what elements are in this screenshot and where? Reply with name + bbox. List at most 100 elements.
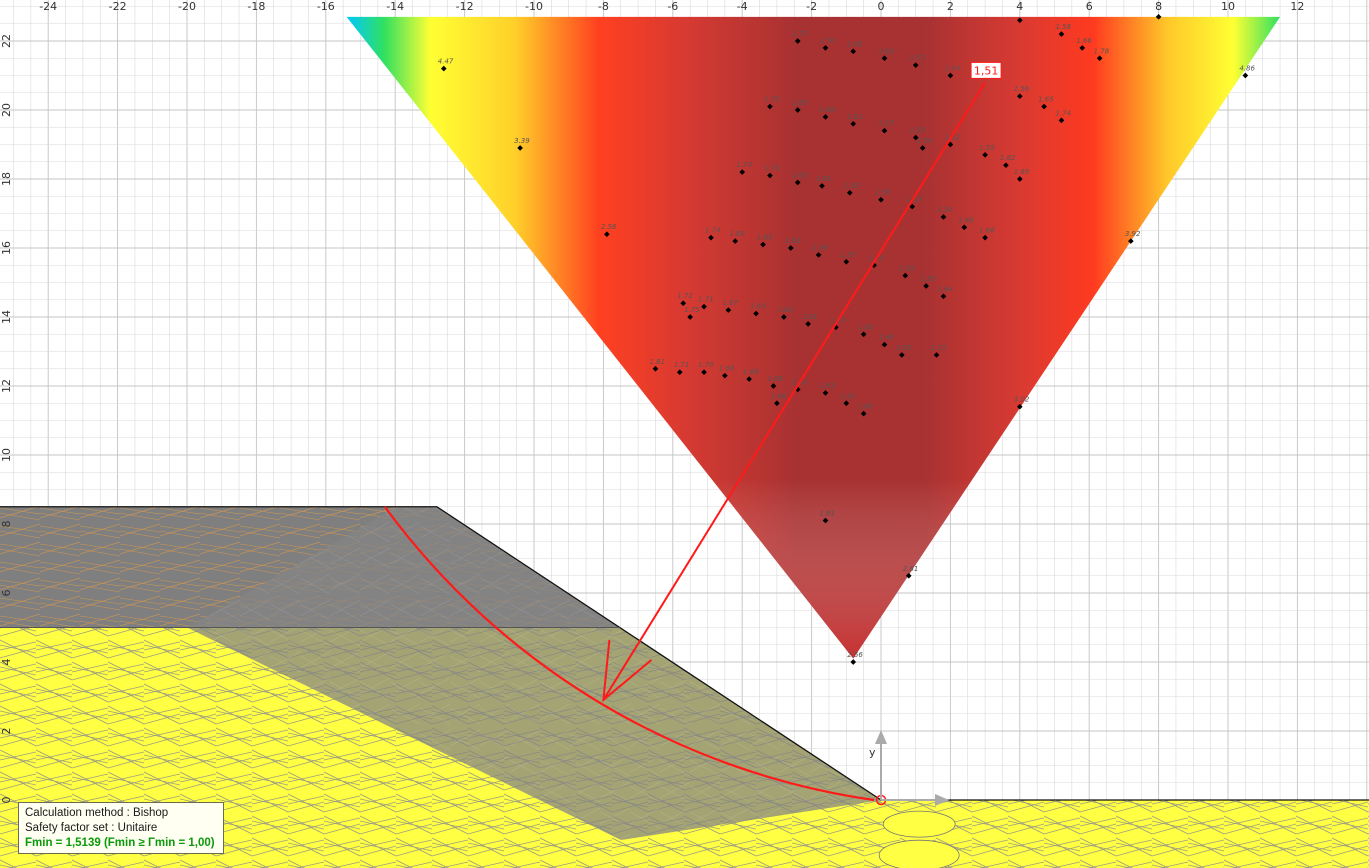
grid-point-label: 1.61 xyxy=(802,313,818,321)
results-info-box: Calculation method : Bishop Safety facto… xyxy=(18,802,224,854)
grid-point-label: 1.66 xyxy=(767,375,783,383)
grid-point-label: 2.61 xyxy=(903,565,919,573)
grid-point-label: 1.75 xyxy=(684,306,700,314)
grid-point-label: 1.58 xyxy=(1055,23,1071,31)
y-tick-label: 18 xyxy=(0,172,13,186)
grid-point-label: 1.57 xyxy=(910,54,926,62)
x-tick-label: -18 xyxy=(247,0,265,13)
toe-lens-lower xyxy=(878,839,960,868)
grid-point-label: 1.70 xyxy=(819,37,835,45)
grid-point-label: 1.57 xyxy=(840,251,856,259)
grid-point-label: 1.65 xyxy=(847,40,863,48)
grid-point-label: 1.71 xyxy=(698,296,714,304)
grid-point-label: 1.59 xyxy=(920,275,936,283)
grid-point-label: 1.69 xyxy=(1014,168,1030,176)
y-tick-label: 0 xyxy=(0,797,13,804)
grid-point-label: 1.65 xyxy=(819,382,835,390)
grid-point-label: 1.65 xyxy=(757,234,773,242)
x-tick-label: -24 xyxy=(39,0,57,13)
x-tick-label: -12 xyxy=(456,0,474,13)
grid-point-label: 1.64 xyxy=(937,285,953,293)
grid-point-label: 1.66 xyxy=(858,403,874,411)
y-tick-label: 10 xyxy=(0,448,13,462)
grid-point-label: 4.86 xyxy=(1239,65,1255,73)
y-tick-label: 16 xyxy=(0,241,13,255)
grid-point-label: 1.74 xyxy=(736,161,752,169)
grid-point-label: 3.92 xyxy=(1125,230,1141,238)
grid-point-label: 1.65 xyxy=(1038,96,1054,104)
grid-point-marker xyxy=(850,659,857,665)
plot-canvas[interactable]: 4.473.392.561.581.661.784.863.923.022.61… xyxy=(0,0,1369,868)
grid-point-label: 1.66 xyxy=(1076,37,1092,45)
grid-point-label: 1.61 xyxy=(840,392,856,400)
grid-point-label: 1.69 xyxy=(792,99,808,107)
grid-point-label: 1.71 xyxy=(674,361,690,369)
fmin-result: Fmin = 1,5139 (Fmin ≥ Γmin = 1,00) xyxy=(25,837,215,849)
grid-point-label: 1.74 xyxy=(1055,109,1071,117)
x-tick-label: 8 xyxy=(1155,0,1162,13)
stability-analysis-view[interactable]: 4.47 3.39 2.56 1.58 1.66 1.78 4.86 3.92 3.02 2.61… xyxy=(0,0,1369,868)
grid-point-label: 1.63 xyxy=(750,303,766,311)
grid-point-label: 1.61 xyxy=(847,113,863,121)
grid-point-label: 1.69 xyxy=(719,365,735,373)
x-tick-label: 12 xyxy=(1290,0,1304,13)
critical-factor-badge: 1,51 xyxy=(970,61,1002,79)
grid-point-label: 1.58 xyxy=(858,323,874,331)
grid-point-label: 1.73 xyxy=(931,344,947,352)
grid-point-label: 1.70 xyxy=(698,361,714,369)
grid-point-label: 1.55 xyxy=(899,265,915,273)
y-tick-label: 12 xyxy=(0,379,13,393)
x-tick-label: 0 xyxy=(878,0,885,13)
grid-point-label: 1.72 xyxy=(677,292,693,300)
toe-lens-upper xyxy=(882,810,956,838)
grid-point-label: 1.54 xyxy=(944,65,960,73)
grid-point-label: 1.55 xyxy=(875,189,891,197)
y-tick-label: 8 xyxy=(0,521,13,528)
x-tick-label: 4 xyxy=(1016,0,1023,13)
x-tick-label: -4 xyxy=(737,0,748,13)
x-tick-label: 2 xyxy=(947,0,954,13)
y-axis-arrow xyxy=(875,730,887,744)
grid-point-label: 1.56 xyxy=(1014,85,1030,93)
y-axis-label: y xyxy=(869,746,876,759)
grid-point-label: 3.02 xyxy=(1014,396,1030,404)
grid-point-label: 1.60 xyxy=(878,334,894,342)
x-tick-label: -6 xyxy=(667,0,678,13)
grid-point-label: 1.75 xyxy=(764,96,780,104)
grid-point-label: 1.59 xyxy=(813,244,829,252)
grid-point-label: 3.39 xyxy=(514,137,530,145)
grid-point-label: 1.62 xyxy=(1000,154,1016,162)
grid-point-label: 1.55 xyxy=(979,144,995,152)
grid-point-label: 1.59 xyxy=(844,182,860,190)
y-tick-label: 2 xyxy=(0,728,13,735)
y-tick-label: 4 xyxy=(0,659,13,666)
grid-point-label: 2.56 xyxy=(847,651,863,659)
grid-point-label: 1.60 xyxy=(958,216,974,224)
y-tick-label: 6 xyxy=(0,590,13,597)
x-tick-label: -10 xyxy=(525,0,543,13)
x-tick-label: -16 xyxy=(317,0,335,13)
x-tick-label: -14 xyxy=(386,0,404,13)
grid-point-label: 1.69 xyxy=(729,230,745,238)
grid-point-label: 1.63 xyxy=(785,237,801,245)
y-tick-label: 20 xyxy=(0,103,13,117)
grid-point-label: 1.63 xyxy=(896,344,912,352)
grid-point-label: 1.65 xyxy=(792,171,808,179)
grid-point-label: 1.57 xyxy=(878,120,894,128)
x-tick-label: -20 xyxy=(178,0,196,13)
grid-point-label: 1.54 xyxy=(937,206,953,214)
grid-point-label: 1.81 xyxy=(649,358,665,366)
grid-point-label: 1.62 xyxy=(878,47,894,55)
x-tick-label: -2 xyxy=(806,0,817,13)
x-tick-label: 10 xyxy=(1221,0,1235,13)
y-tick-label: 22 xyxy=(0,34,13,48)
grid-point-label: 1.66 xyxy=(979,227,995,235)
grid-point-label: 1.66 xyxy=(771,392,787,400)
grid-point-label: 1.74 xyxy=(705,227,721,235)
grid-point-label: 1.70 xyxy=(764,165,780,173)
grid-point-label: 1.81 xyxy=(819,510,835,518)
grid-point-label: 1.61 xyxy=(816,175,832,183)
grid-point-label: 1.68 xyxy=(743,368,759,376)
grid-point-label: 4.47 xyxy=(438,58,454,66)
safety-factor-set: Safety factor set : Unitaire xyxy=(25,822,158,834)
